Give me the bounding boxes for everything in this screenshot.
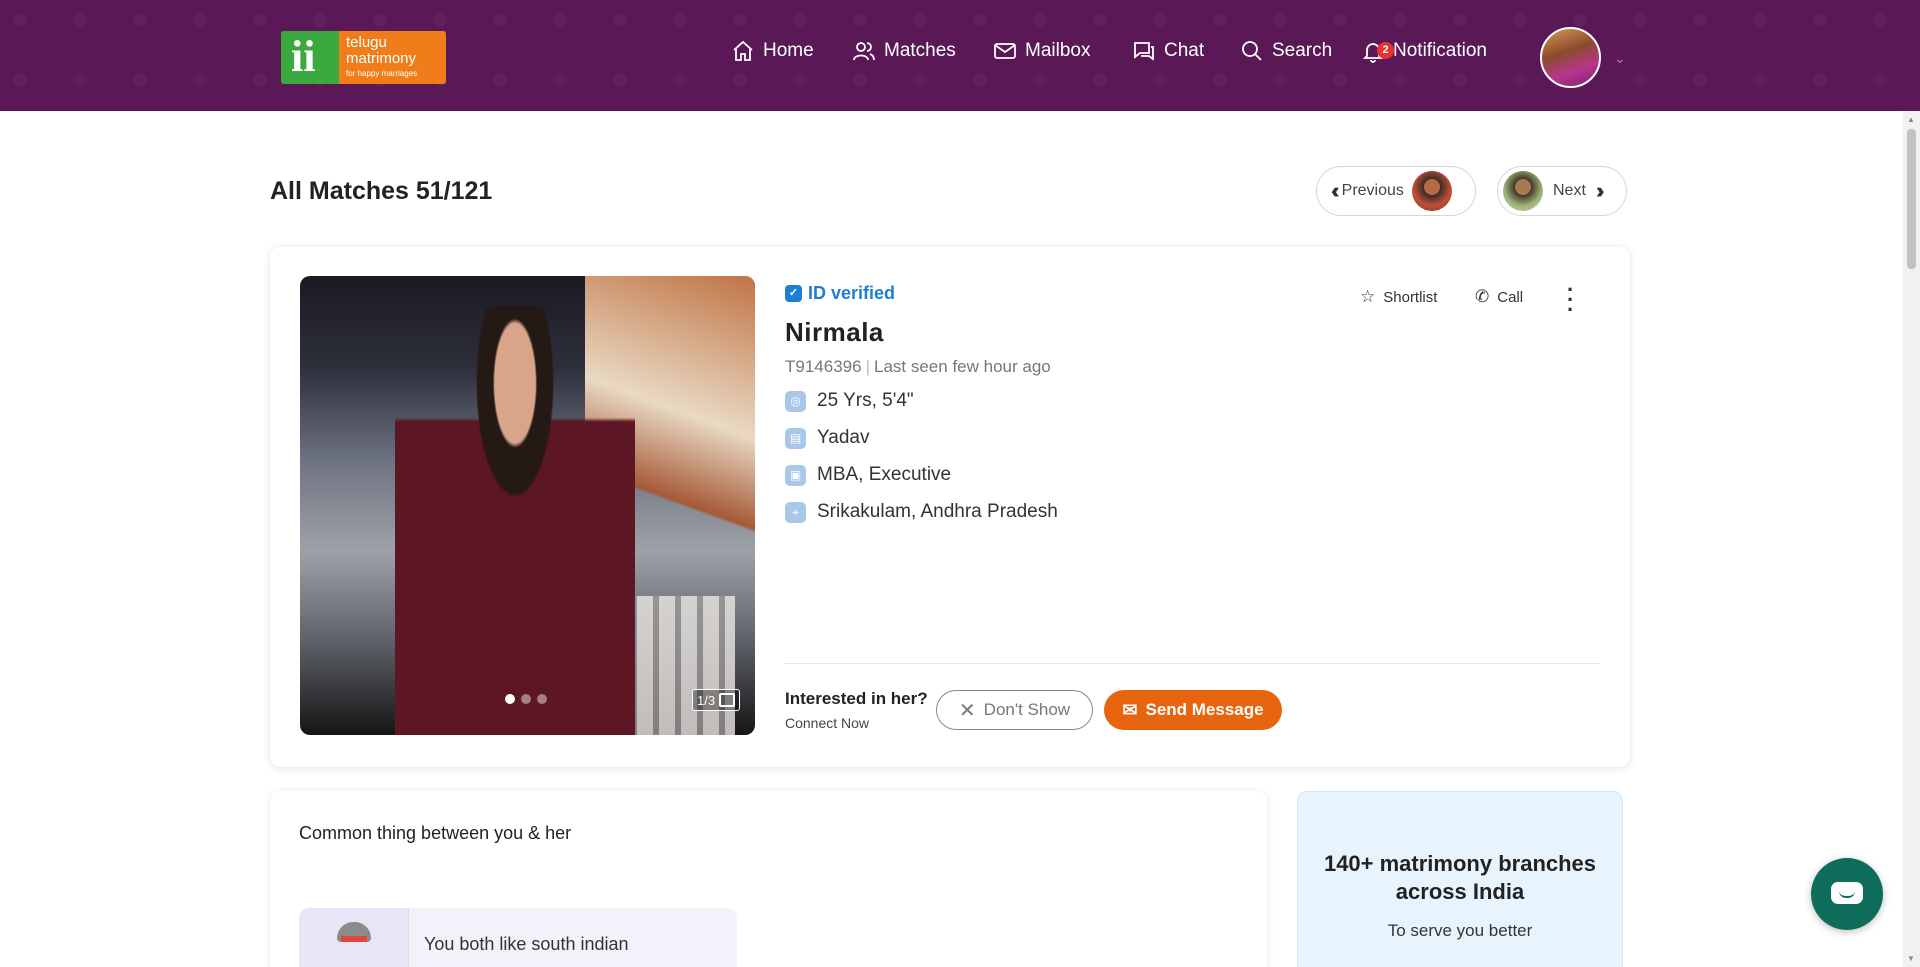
- logo-line2: matrimony: [346, 50, 417, 67]
- next-profile-button[interactable]: Next ››: [1497, 166, 1627, 216]
- send-message-label: Send Message: [1145, 700, 1264, 719]
- barbecue-icon: [299, 908, 409, 967]
- carousel-dot[interactable]: [521, 694, 531, 704]
- phone-icon: ✆: [1475, 287, 1490, 306]
- user-avatar[interactable]: [1540, 27, 1601, 88]
- caste-text: Yadav: [817, 427, 870, 448]
- previous-profile-button[interactable]: ‹‹ Previous: [1316, 166, 1476, 216]
- chat-support-button[interactable]: [1811, 858, 1883, 930]
- logo-tagline: for happy marriages: [346, 69, 418, 78]
- call-button[interactable]: ✆ Call: [1475, 287, 1523, 307]
- double-chevron-right-icon: ››: [1595, 178, 1604, 203]
- page-scrollbar[interactable]: ▲ ▼: [1903, 111, 1920, 967]
- call-label: Call: [1497, 288, 1524, 306]
- id-verified-badge: ✓ ID verified: [785, 283, 895, 304]
- chevron-down-icon[interactable]: ⌄: [1614, 50, 1626, 67]
- chat-bubble-icon: [1831, 882, 1863, 904]
- location-text: Srikakulam, Andhra Pradesh: [817, 501, 1058, 522]
- common-thing-text: You both like south indian: [424, 934, 629, 954]
- telugu-matrimony-logo[interactable]: ii telugu matrimony for happy marriages: [281, 31, 446, 84]
- profile-card: 1/3 ✓ ID verified Nirmala T9146396 | Last …: [270, 247, 1630, 767]
- nav-mailbox[interactable]: Mailbox: [993, 36, 1090, 66]
- logo-line1: telugu: [346, 34, 387, 51]
- scroll-down-arrow-icon[interactable]: ▼: [1907, 954, 1915, 963]
- nav-search-label: Search: [1272, 40, 1333, 61]
- community-icon: ▤: [785, 427, 806, 449]
- common-thing-item: You both like south indian: [299, 908, 737, 967]
- meta-separator: |: [865, 357, 870, 376]
- detail-location: ⌖ Srikakulam, Andhra Pradesh: [785, 501, 1058, 523]
- star-icon: ☆: [1360, 287, 1376, 306]
- nav-home-label: Home: [763, 40, 814, 61]
- nav-chat[interactable]: Chat: [1132, 36, 1204, 66]
- scroll-thumb[interactable]: [1907, 129, 1916, 269]
- home-icon: [733, 40, 753, 61]
- detail-age-height: ◎ 25 Yrs, 5'4": [785, 390, 914, 412]
- interest-subtext: Connect Now: [785, 715, 870, 731]
- nav-notification-label: Notification: [1393, 40, 1487, 61]
- next-profile-thumbnail: [1503, 171, 1543, 211]
- scroll-up-arrow-icon[interactable]: ▲: [1907, 115, 1915, 124]
- profile-meta: T9146396 | Last seen few hour ago: [785, 357, 1051, 377]
- send-message-button[interactable]: ✉ Send Message: [1104, 690, 1282, 730]
- close-icon: ✕: [958, 699, 976, 722]
- briefcase-icon: ▣: [785, 464, 806, 486]
- profile-photo[interactable]: 1/3: [300, 276, 755, 735]
- search-icon: [1242, 41, 1262, 61]
- page-title: All Matches 51/121: [270, 177, 493, 205]
- nav-matches[interactable]: Matches: [852, 36, 956, 66]
- photo-carousel-dots: [505, 694, 547, 704]
- common-things-title: Common thing between you & her: [299, 823, 572, 843]
- common-things-card: Common thing between you & her You both …: [270, 791, 1267, 967]
- location-pin-icon: ⌖: [785, 501, 806, 523]
- previous-profile-thumbnail: [1411, 171, 1452, 211]
- age-height-text: 25 Yrs, 5'4": [817, 390, 914, 411]
- shortlist-label: Shortlist: [1383, 288, 1438, 306]
- grill-food: [341, 936, 367, 942]
- double-chevron-left-icon: ‹‹: [1331, 178, 1339, 203]
- profile-id: T9146396: [785, 357, 862, 376]
- photo-count-text: 1/3: [697, 692, 716, 708]
- nav-matches-label: Matches: [884, 40, 956, 61]
- matches-icon: [853, 42, 875, 61]
- more-options-icon[interactable]: · · ·: [1567, 279, 1574, 321]
- top-header: ii telugu matrimony for happy marriages …: [0, 0, 1920, 111]
- mail-icon: ✉: [1122, 699, 1138, 720]
- dont-show-button[interactable]: ✕ Don't Show: [936, 690, 1093, 730]
- last-seen: Last seen few hour ago: [874, 357, 1051, 376]
- age-icon: ◎: [785, 390, 806, 412]
- profile-name: Nirmala: [785, 317, 884, 347]
- nav-home[interactable]: Home: [731, 36, 814, 66]
- detail-education: ▣ MBA, Executive: [785, 464, 951, 486]
- photo-count-badge[interactable]: 1/3: [692, 689, 741, 711]
- previous-label: Previous: [1341, 182, 1404, 199]
- nav-search[interactable]: Search: [1240, 36, 1332, 66]
- shortlist-button[interactable]: ☆ Shortlist: [1360, 287, 1437, 307]
- branches-title: 140+ matrimony branches across India: [1323, 851, 1597, 904]
- verified-check-icon: ✓: [785, 285, 802, 302]
- logo-mark-icon: ii: [291, 32, 316, 81]
- gallery-icon: [719, 693, 736, 707]
- notification-badge: 2: [1377, 42, 1394, 59]
- detail-caste: ▤ Yadav: [785, 427, 869, 449]
- photo-person: [395, 306, 635, 735]
- mail-icon: [994, 43, 1016, 59]
- branches-promo-card: 140+ matrimony branches across India To …: [1297, 791, 1623, 967]
- carousel-dot[interactable]: [505, 694, 515, 704]
- interest-question: Interested in her?: [785, 689, 928, 708]
- carousel-dot[interactable]: [537, 694, 547, 704]
- card-divider: [785, 663, 1600, 664]
- dont-show-label: Don't Show: [983, 700, 1071, 719]
- education-text: MBA, Executive: [817, 464, 952, 485]
- chat-icon: [1134, 42, 1154, 61]
- nav-mailbox-label: Mailbox: [1025, 40, 1091, 61]
- nav-notification[interactable]: 2 Notification: [1361, 36, 1487, 66]
- next-label: Next: [1553, 182, 1586, 199]
- id-verified-label: ID verified: [808, 283, 896, 303]
- branches-subtitle: To serve you better: [1387, 921, 1533, 940]
- nav-chat-label: Chat: [1164, 40, 1205, 61]
